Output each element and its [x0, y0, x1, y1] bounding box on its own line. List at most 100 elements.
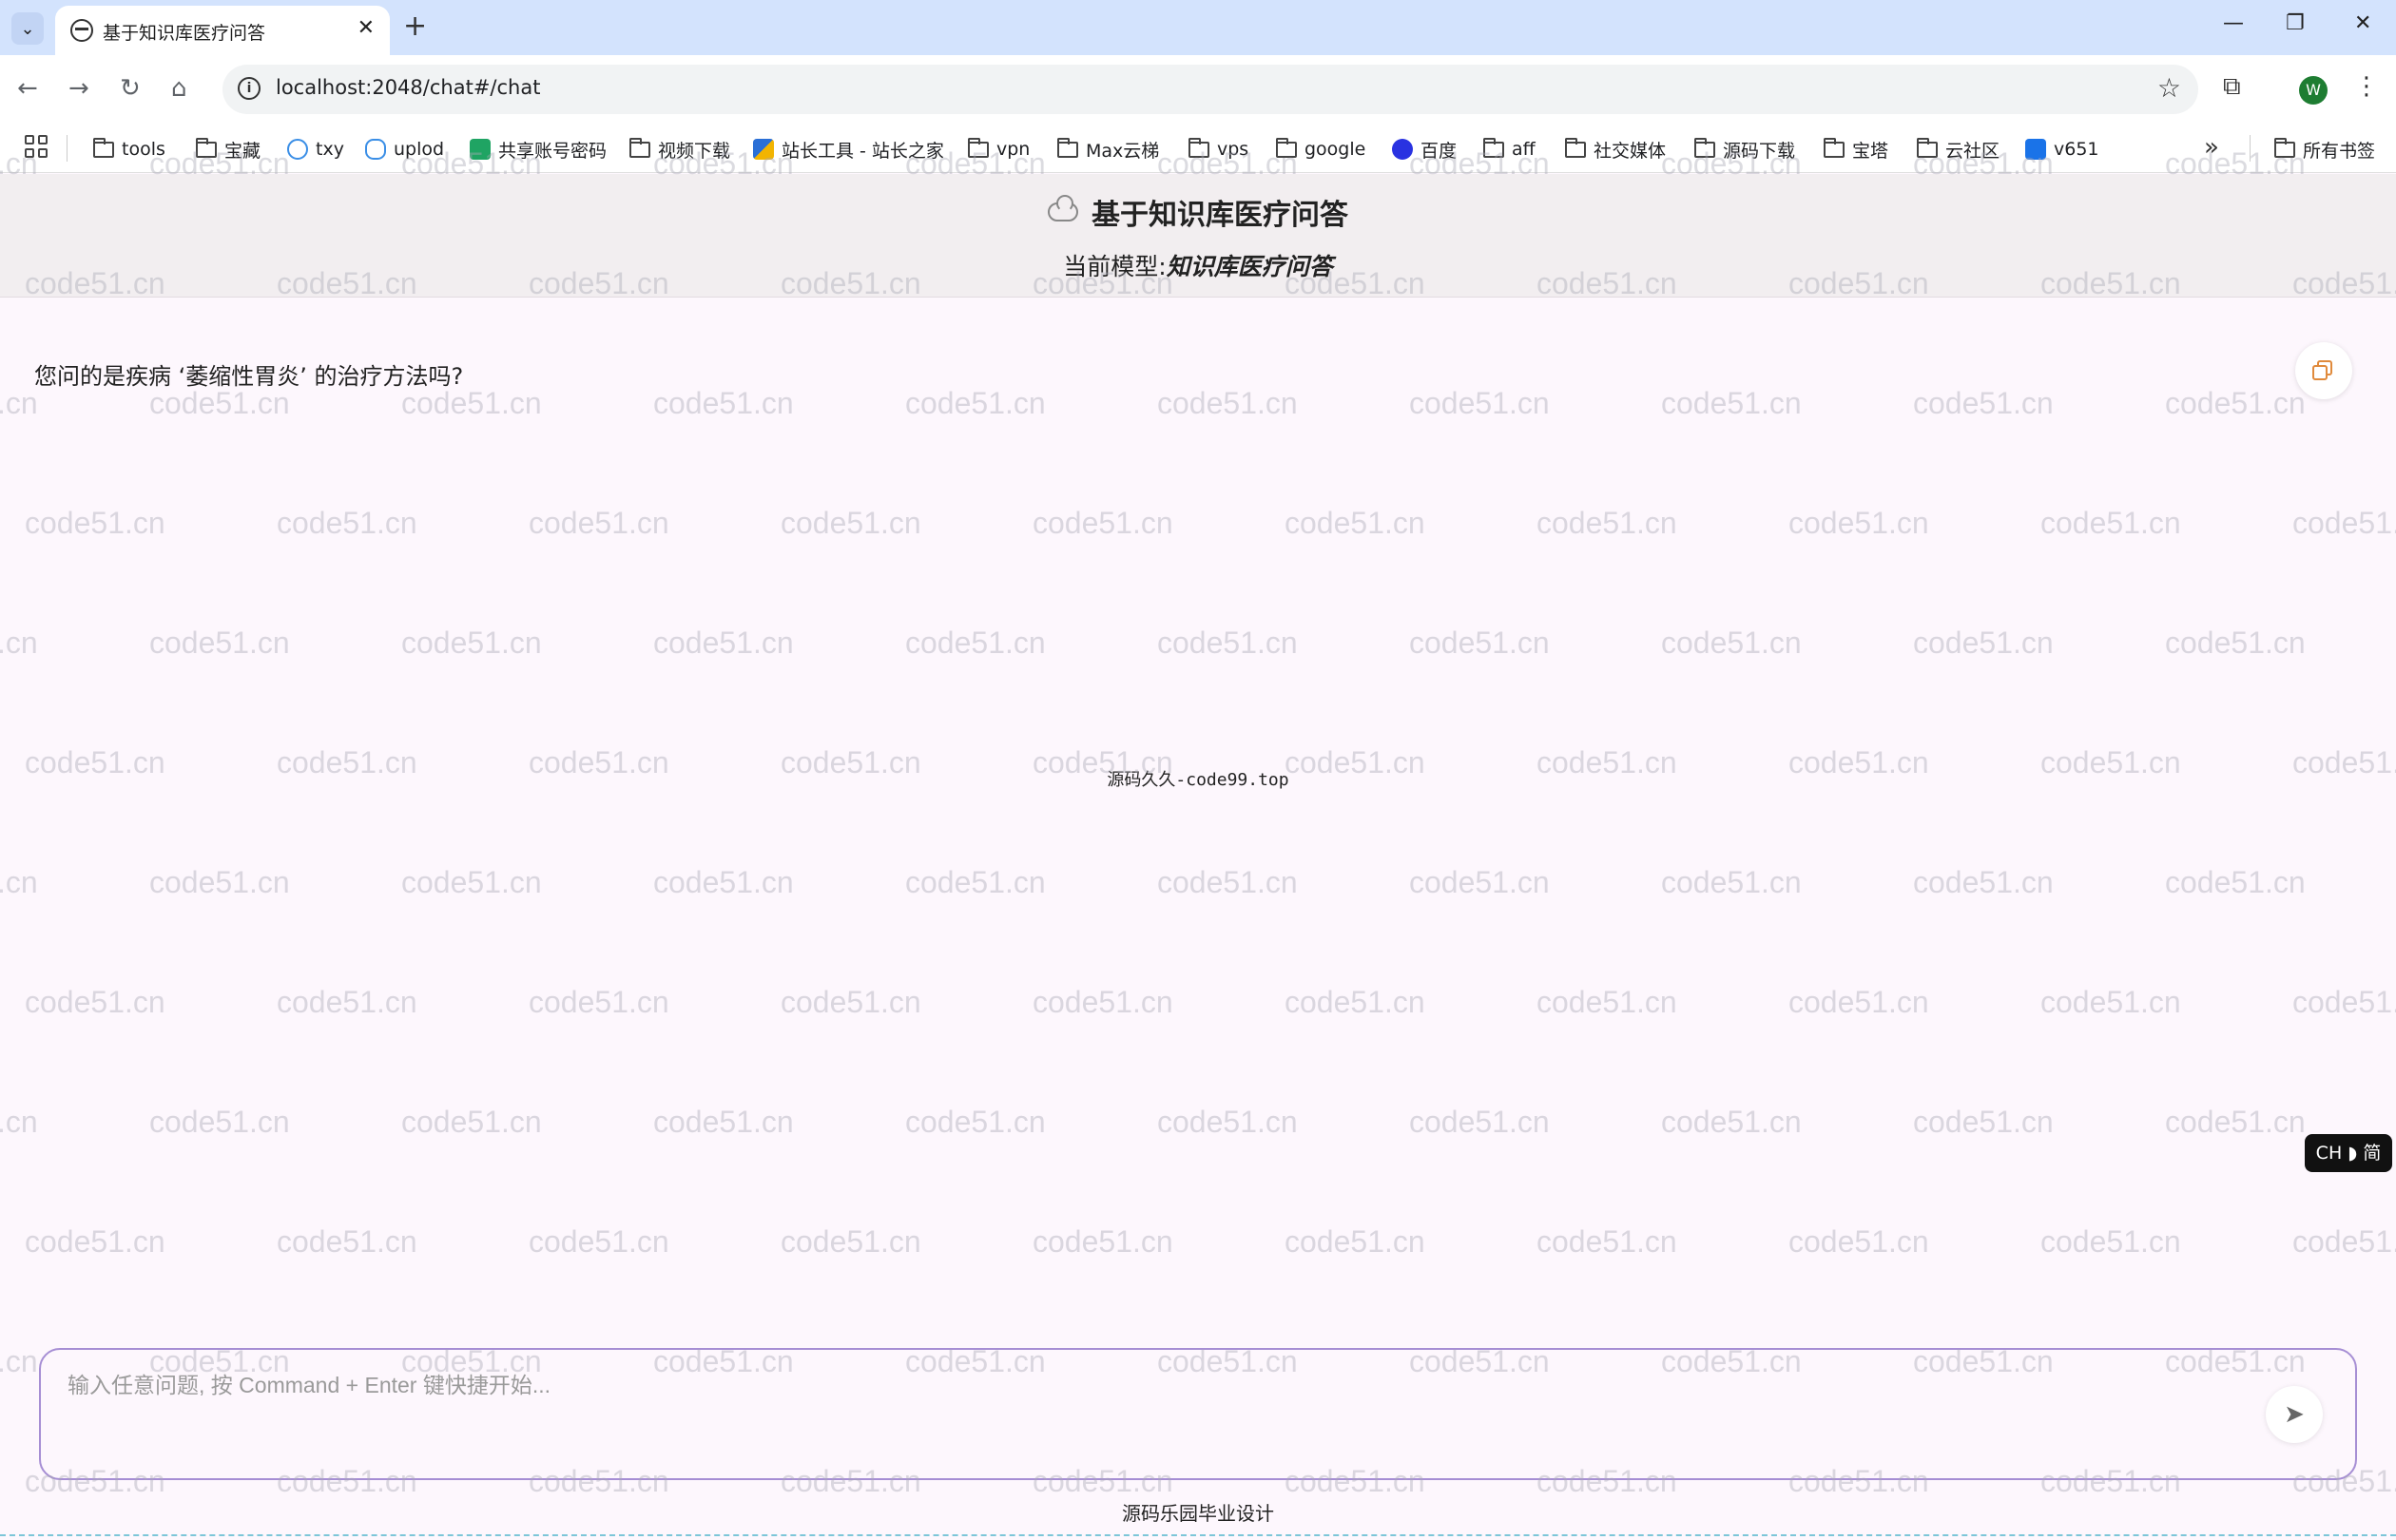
chinaz-icon [753, 139, 774, 160]
apps-grid-icon[interactable] [25, 135, 48, 158]
center-note: 源码久久-code99.top [1107, 770, 1289, 790]
bookmark-label: 所有书签 [2303, 140, 2376, 162]
copy-icon[interactable] [2295, 342, 2352, 399]
bookmark-source-download[interactable]: 源码下载 [1694, 136, 1795, 163]
bookmark-label: vps [1217, 139, 1249, 160]
cloud-icon [287, 139, 308, 160]
bookmarks-divider [67, 135, 68, 162]
folder-icon [1276, 137, 1297, 158]
back-arrow-icon[interactable]: ← [17, 72, 38, 105]
folder-icon [1483, 137, 1504, 158]
page-title-text: 基于知识库医疗问答 [1092, 199, 1348, 232]
folder-icon [2274, 137, 2295, 158]
folder-icon [1565, 137, 1586, 158]
forward-arrow-icon[interactable]: → [68, 72, 89, 105]
footer-divider [0, 1534, 2396, 1536]
current-model: 当前模型:知识库医疗问答 [0, 248, 2396, 282]
bookmark-chinaz[interactable]: 站长工具 - 站长之家 [753, 136, 944, 163]
bookmark-cloud-community[interactable]: 云社区 [1917, 136, 2000, 163]
browser-tab-active[interactable]: 基于知识库医疗问答 ✕ [55, 6, 390, 55]
bookmark-label: Max云梯 [1086, 140, 1160, 162]
bookmark-label: aff [1512, 139, 1536, 160]
send-icon[interactable]: ➤ [2266, 1386, 2323, 1443]
bookmark-label: tools [122, 139, 165, 160]
folder-icon [629, 137, 650, 158]
bookmark-label: 宝藏 [224, 140, 261, 162]
profile-avatar[interactable]: W [2299, 76, 2328, 105]
bookmark-vpn[interactable]: vpn [968, 136, 1030, 163]
current-model-name: 知识库医疗问答 [1166, 253, 1333, 280]
language-toggle-badge[interactable]: CH ◗ 简 [2305, 1134, 2392, 1172]
reload-icon[interactable]: ↻ [120, 72, 141, 105]
bookmark-shared-accounts[interactable]: 共享账号密码 [470, 136, 607, 163]
home-icon[interactable]: ⌂ [171, 72, 187, 105]
chat-input-container: ➤ [39, 1348, 2357, 1480]
browser-menu-icon[interactable]: ⋮ [2354, 72, 2379, 101]
chat-area: 您问的是疾病 ‘萎缩性胃炎’ 的治疗方法吗? [0, 298, 2396, 1344]
folder-icon [1057, 137, 1078, 158]
bookmark-social-media[interactable]: 社交媒体 [1565, 136, 1666, 163]
folder-icon [1694, 137, 1715, 158]
bookmark-baozang[interactable]: 宝藏 [196, 136, 261, 163]
bookmark-label: 宝塔 [1852, 140, 1889, 162]
bookmark-label: uplod [394, 139, 445, 160]
all-bookmarks-button[interactable]: 所有书签 [2274, 136, 2375, 163]
address-bar[interactable]: i localhost:2048/chat#/chat ☆ [222, 65, 2198, 114]
more-bookmarks-chevron-icon[interactable]: » [2204, 133, 2219, 162]
close-tab-icon[interactable]: ✕ [357, 16, 375, 40]
bookmark-label: txy [316, 139, 344, 160]
bookmarks-divider [2250, 135, 2251, 162]
bookmark-label: 视频下载 [658, 140, 731, 162]
link-icon [365, 139, 386, 160]
folder-icon [968, 137, 989, 158]
bookmark-google[interactable]: google [1276, 136, 1365, 163]
folder-icon [1188, 137, 1209, 158]
current-model-label: 当前模型: [1063, 253, 1167, 280]
new-tab-button[interactable]: + [403, 10, 427, 44]
bookmark-star-icon[interactable]: ☆ [2157, 72, 2181, 104]
bookmark-label: 百度 [1420, 140, 1458, 162]
assistant-message: 您问的是疾病 ‘萎缩性胃炎’ 的治疗方法吗? [34, 363, 464, 390]
bookmark-label: 源码下载 [1723, 140, 1796, 162]
site-info-icon[interactable]: i [238, 77, 261, 100]
bookmark-uplod[interactable]: uplod [365, 136, 444, 163]
bookmark-label: 社交媒体 [1594, 140, 1667, 162]
bookmark-label: 站长工具 - 站长之家 [782, 140, 944, 162]
chat-input[interactable] [68, 1367, 2254, 1453]
bookmark-baota[interactable]: 宝塔 [1824, 136, 1888, 163]
tab-search-button[interactable]: ⌄ [11, 12, 44, 45]
bookmark-label: v651 [2054, 139, 2099, 160]
bookmark-max[interactable]: Max云梯 [1057, 136, 1159, 163]
restore-window-button[interactable]: ❐ [2286, 11, 2305, 35]
bookmark-txy[interactable]: txy [287, 136, 344, 163]
bookmark-video-download[interactable]: 视频下载 [629, 136, 730, 163]
browser-toolbar: ← → ↻ ⌂ i localhost:2048/chat#/chat ☆ ⧉ … [0, 55, 2396, 124]
browser-tab-strip: ⌄ 基于知识库医疗问答 ✕ + — ❐ ✕ [0, 0, 2396, 55]
page-title: 基于知识库医疗问答 [1048, 191, 1348, 233]
bookmark-label: vpn [996, 139, 1031, 160]
bookmark-label: 共享账号密码 [498, 140, 608, 162]
minimize-window-button[interactable]: — [2223, 11, 2244, 35]
bookmark-vps[interactable]: vps [1188, 136, 1248, 163]
v651-icon [2025, 139, 2046, 160]
cloud-icon [1048, 195, 1078, 221]
folder-icon [93, 137, 114, 158]
bookmarks-bar: tools 宝藏 txy uplod 共享账号密码 视频下载 站长工具 - 站长… [0, 124, 2396, 173]
folder-icon [196, 137, 217, 158]
bookmark-tools[interactable]: tools [93, 136, 165, 163]
bookmark-baidu[interactable]: 百度 [1392, 136, 1457, 163]
tab-title: 基于知识库医疗问答 [103, 23, 266, 44]
bookmark-aff[interactable]: aff [1483, 136, 1536, 163]
folder-icon [1917, 137, 1938, 158]
folder-icon [1824, 137, 1845, 158]
bookmark-v651[interactable]: v651 [2025, 136, 2099, 163]
extensions-puzzle-icon[interactable]: ⧉ [2223, 72, 2241, 102]
bookmark-label: 云社区 [1945, 140, 2000, 162]
footer-text: 源码乐园毕业设计 [1122, 1502, 1274, 1525]
close-window-button[interactable]: ✕ [2354, 11, 2371, 35]
baidu-paw-icon [1392, 139, 1413, 160]
sheets-icon [470, 139, 491, 160]
url-text[interactable]: localhost:2048/chat#/chat [276, 76, 540, 99]
app-header: 基于知识库医疗问答 当前模型:知识库医疗问答 [0, 174, 2396, 298]
bookmark-label: google [1304, 139, 1366, 160]
